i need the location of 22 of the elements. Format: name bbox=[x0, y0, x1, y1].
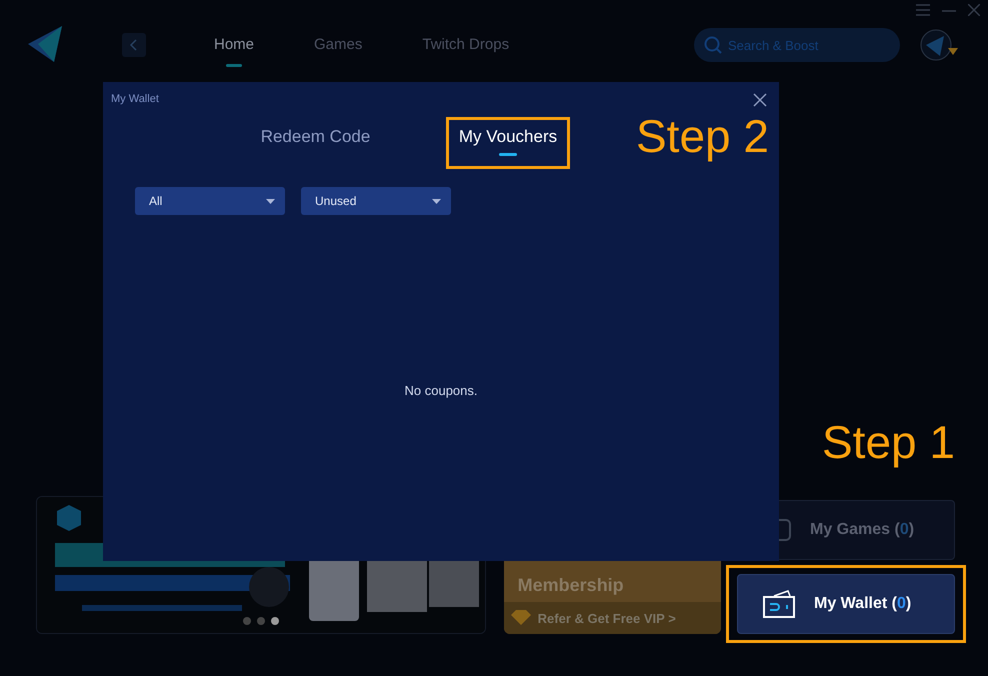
close-icon[interactable] bbox=[753, 93, 767, 107]
caret-icon bbox=[266, 198, 275, 204]
caret-icon bbox=[432, 198, 441, 204]
membership-title: Membership bbox=[516, 575, 625, 597]
back-button[interactable] bbox=[122, 33, 146, 57]
filter-dropdown[interactable]: Unused bbox=[301, 187, 451, 215]
avatar-icon[interactable] bbox=[920, 28, 960, 62]
logo-icon bbox=[28, 26, 64, 64]
dialog-tab[interactable]: Redeem Code bbox=[248, 117, 384, 169]
wallet-icon bbox=[762, 590, 796, 618]
menu-icon[interactable] bbox=[916, 4, 930, 16]
diamond-icon bbox=[510, 610, 532, 626]
search-icon bbox=[704, 36, 722, 54]
filter-dropdown[interactable]: All bbox=[135, 187, 285, 215]
step-label: Step 2 bbox=[636, 110, 769, 162]
empty-message: No coupons. bbox=[404, 383, 478, 398]
dialog-title: My Wallet bbox=[111, 93, 159, 105]
step-label: Step 1 bbox=[822, 416, 955, 468]
dialog-tab[interactable]: My Vouchers bbox=[446, 117, 570, 169]
shortcut-button[interactable]: My Wallet (0) bbox=[737, 574, 955, 634]
nav-tab[interactable]: Home bbox=[194, 23, 274, 67]
chevron-left-icon bbox=[129, 39, 139, 51]
